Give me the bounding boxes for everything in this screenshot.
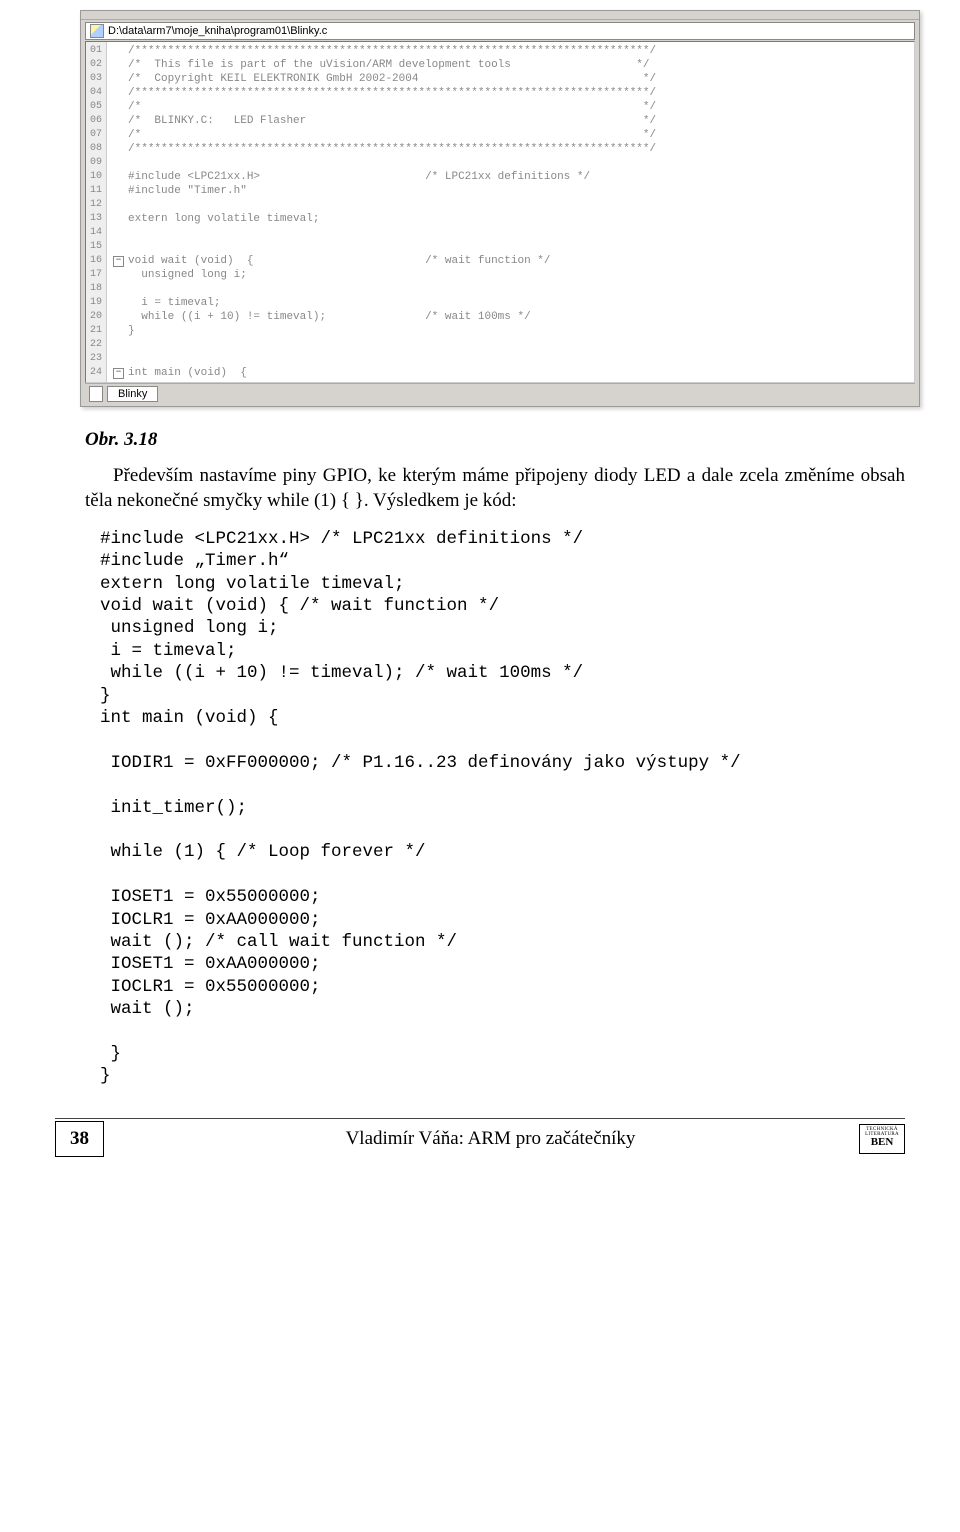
line-number: 19 <box>90 296 102 310</box>
code-line: unsigned long i; <box>113 268 908 282</box>
code-line: /***************************************… <box>113 142 908 156</box>
file-icon <box>90 24 104 38</box>
line-number: 21 <box>90 324 102 338</box>
line-number: 07 <box>90 128 102 142</box>
code-line <box>113 198 908 212</box>
line-number: 11 <box>90 184 102 198</box>
code-line: /* This file is part of the uVision/ARM … <box>113 58 908 72</box>
code-listing: #include <LPC21xx.H> /* LPC21xx definiti… <box>100 528 905 1088</box>
fold-minus-icon[interactable]: − <box>113 368 124 379</box>
code-line <box>113 282 908 296</box>
code-line <box>113 338 908 352</box>
line-number: 20 <box>90 310 102 324</box>
code-line: extern long volatile timeval; <box>113 212 908 226</box>
code-content: /***************************************… <box>107 42 914 382</box>
publisher-logo: TECHNICKÁ LITERATURA BEN <box>859 1124 905 1154</box>
code-line: /***************************************… <box>113 44 908 58</box>
ide-screenshot: D:\data\arm7\moje_kniha\program01\Blinky… <box>80 10 920 407</box>
file-path-text: D:\data\arm7\moje_kniha\program01\Blinky… <box>108 25 327 37</box>
line-number: 10 <box>90 170 102 184</box>
footer-title: Vladimír Váňa: ARM pro začátečníky <box>122 1128 859 1150</box>
line-number: 24 <box>90 366 102 380</box>
code-line <box>113 240 908 254</box>
line-number: 15 <box>90 240 102 254</box>
page-footer: 38 Vladimír Váňa: ARM pro začátečníky TE… <box>55 1118 905 1157</box>
code-line: /***************************************… <box>113 86 908 100</box>
line-number: 22 <box>90 338 102 352</box>
code-line: /* */ <box>113 128 908 142</box>
editor-bottom-tabs: Blinky <box>85 383 915 404</box>
line-number: 05 <box>90 100 102 114</box>
code-line: #include <LPC21xx.H> /* LPC21xx definiti… <box>113 170 908 184</box>
line-gutter: 0102030405060708091011121314151617181920… <box>86 42 107 382</box>
file-path-bar: D:\data\arm7\moje_kniha\program01\Blinky… <box>85 22 915 40</box>
toolbar-strip <box>81 11 919 20</box>
code-line: /* BLINKY.C: LED Flasher */ <box>113 114 908 128</box>
line-number: 04 <box>90 86 102 100</box>
code-line: i = timeval; <box>113 296 908 310</box>
code-line <box>113 352 908 366</box>
figure-caption: Obr. 3.18 <box>85 427 905 453</box>
line-number: 06 <box>90 114 102 128</box>
line-number: 09 <box>90 156 102 170</box>
code-line: while ((i + 10) != timeval); /* wait 100… <box>113 310 908 324</box>
editor-tab-blinky[interactable]: Blinky <box>107 386 158 402</box>
line-number: 14 <box>90 226 102 240</box>
body-paragraph: Především nastavíme piny GPIO, ke kterým… <box>85 463 905 514</box>
code-editor: 0102030405060708091011121314151617181920… <box>85 41 915 383</box>
line-number: 13 <box>90 212 102 226</box>
line-number: 16 <box>90 254 102 268</box>
line-number: 08 <box>90 142 102 156</box>
code-line: } <box>113 324 908 338</box>
code-line: −void wait (void) { /* wait function */ <box>113 254 908 268</box>
line-number: 02 <box>90 58 102 72</box>
line-number: 18 <box>90 282 102 296</box>
code-line <box>113 156 908 170</box>
code-line: #include "Timer.h" <box>113 184 908 198</box>
code-line: −int main (void) { <box>113 366 908 380</box>
code-line: /* Copyright KEIL ELEKTRONIK GmbH 2002-2… <box>113 72 908 86</box>
line-number: 17 <box>90 268 102 282</box>
line-number: 03 <box>90 72 102 86</box>
page-number: 38 <box>55 1121 104 1157</box>
document-icon <box>89 386 103 402</box>
fold-minus-icon[interactable]: − <box>113 256 124 267</box>
line-number: 23 <box>90 352 102 366</box>
code-line <box>113 226 908 240</box>
publisher-logo-name: BEN <box>860 1137 904 1148</box>
line-number: 12 <box>90 198 102 212</box>
code-line: /* */ <box>113 100 908 114</box>
line-number: 01 <box>90 44 102 58</box>
